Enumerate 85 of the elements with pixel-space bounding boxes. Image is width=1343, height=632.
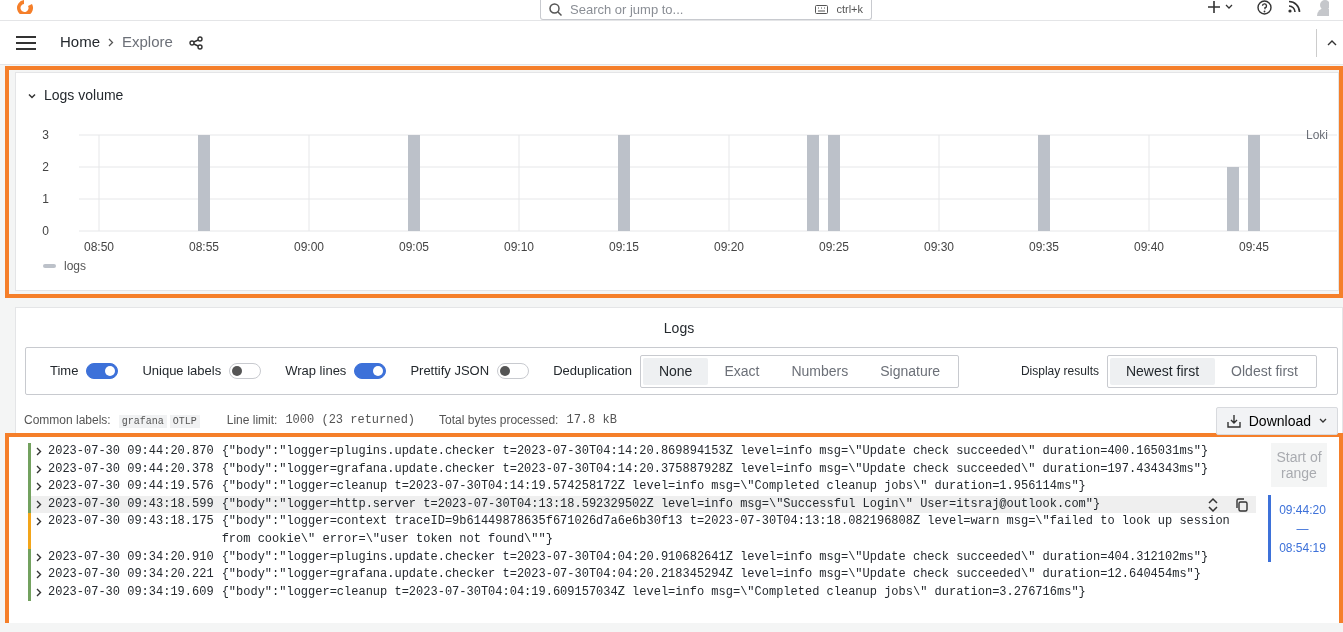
caret-icon[interactable] xyxy=(1225,4,1233,10)
toggle-switch[interactable] xyxy=(354,363,387,379)
log-message: {"body":"logger=plugins.update.checker t=2023-07-30T04:14:20.869894153Z level=info msg=\"Update check succeeded\" duration=400.165031ms"} xyxy=(221,443,1210,460)
meta-label: Line limit: xyxy=(226,412,278,429)
share-icon[interactable] xyxy=(188,35,203,50)
radio-option[interactable]: Numbers xyxy=(775,357,865,385)
legend-swatch-icon xyxy=(43,264,56,268)
toggle-switch[interactable] xyxy=(86,363,119,379)
log-timestamp: 2023-07-30 09:34:20.221 xyxy=(48,566,214,584)
log-message: {"body":"logger=cleanup t=2023-07-30T04:04:19.609157034Z level=info msg=\"Completed cleanup jobs\" duration=3.276716ms"} xyxy=(221,583,1087,601)
option-label: Display results xyxy=(1020,363,1099,380)
label-tag: OTLP xyxy=(169,415,200,428)
axis-tick-label: 09:25 xyxy=(819,240,849,254)
copy-icon[interactable] xyxy=(1235,497,1248,512)
plus-icon[interactable] xyxy=(1207,0,1221,14)
axis-tick-label: 09:05 xyxy=(399,240,429,254)
meta-value: 17.8 kB xyxy=(566,412,617,429)
axis-tick-label: 08:55 xyxy=(189,240,219,254)
meta-label: Total bytes processed: xyxy=(439,412,559,429)
panel-title: Logs volume xyxy=(44,86,124,105)
axis-tick-label: 09:35 xyxy=(1029,240,1059,254)
log-timestamp: 2023-07-30 09:34:20.910 xyxy=(48,548,214,566)
log-message: {"body":"logger=context traceID=9b61449878635f671026d7a6e6b30f13 t=2023-07-30T04:13:18.082196808Z level=warn msg=\"failed to look up session from cookie\" error=\"user token not found\""} xyxy=(221,513,1231,548)
log-timestamp: 2023-07-30 09:44:19.576 xyxy=(48,478,214,496)
legend-label[interactable]: logs xyxy=(64,257,86,275)
log-message: {"body":"logger=grafana.update.checker t=2023-07-30T04:04:20.218345294Z level=info msg=\"Update check succeeded\" duration=12.640454ms"} xyxy=(221,566,1202,584)
chevron-down-icon[interactable] xyxy=(28,91,36,100)
toggle-switch[interactable] xyxy=(229,363,262,379)
axis-tick-label: 09:40 xyxy=(1134,240,1164,254)
meta-label: Common labels: xyxy=(24,412,111,429)
log-timestamp: 2023-07-30 09:43:18.599 xyxy=(48,495,214,513)
search-field[interactable]: Search or jump to... ctrl+k xyxy=(540,0,872,20)
label-tag: grafana xyxy=(118,415,167,428)
rss-icon[interactable] xyxy=(1288,0,1301,13)
range-time: 08:54:19 xyxy=(1279,540,1326,557)
axis-tick-label: 09:20 xyxy=(714,240,744,254)
axis-tick-label: 0 xyxy=(42,224,49,238)
axis-tick-label: 09:30 xyxy=(924,240,954,254)
axis-tick-label: 09:45 xyxy=(1239,240,1269,254)
chevron-right-icon xyxy=(108,38,114,47)
range-time: 09:44:20 xyxy=(1279,502,1326,519)
axis-tick-label: 1 xyxy=(42,192,49,206)
breadcrumb-link[interactable]: Home xyxy=(60,31,100,54)
axis-tick-label: 09:15 xyxy=(609,240,639,254)
breadcrumb-link[interactable]: Explore xyxy=(122,31,173,54)
caret-icon xyxy=(1319,418,1327,424)
axis-tick-label: 3 xyxy=(42,128,49,142)
datasource-label: Loki xyxy=(1306,127,1328,144)
meta-value: 1000 (23 returned) xyxy=(285,412,416,429)
radio-option[interactable]: None xyxy=(642,357,709,385)
axis-tick-label: 09:10 xyxy=(504,240,534,254)
axis-tick-label: 09:00 xyxy=(294,240,324,254)
log-timestamp: 2023-07-30 09:34:19.609 xyxy=(48,583,214,601)
radio-option[interactable]: Newest first xyxy=(1109,357,1216,385)
radio-option[interactable]: Signature xyxy=(864,357,957,385)
option-label: Prettify JSON xyxy=(410,362,490,381)
log-message: {"body":"logger=grafana.update.checker t=2023-07-30T04:14:20.375887928Z level=info msg=\"Update check succeeded\" duration=197.434343ms"} xyxy=(221,460,1210,478)
radio-option[interactable]: Oldest first xyxy=(1215,357,1314,385)
logo-icon[interactable] xyxy=(14,0,34,14)
keyboard-icon xyxy=(815,5,829,14)
log-message: {"body":"logger=cleanup t=2023-07-30T04:14:19.574258172Z level=info msg=\"Completed cleanup jobs\" duration=1.956114ms"} xyxy=(221,478,1087,496)
option-label: Unique labels xyxy=(142,362,222,381)
menu-icon[interactable] xyxy=(16,35,36,50)
log-message: {"body":"logger=http.server t=2023-07-30T04:13:18.592329502Z level=info msg=\"Successful Login\" User=itsraj@outlook.com"} xyxy=(221,495,1102,513)
volume-bar xyxy=(1227,167,1239,231)
log-timestamp: 2023-07-30 09:43:18.175 xyxy=(48,513,214,531)
option-label: Time xyxy=(50,362,79,381)
radio-option[interactable]: Exact xyxy=(708,357,776,385)
option-label: Deduplication xyxy=(553,362,632,381)
download-button[interactable]: Download xyxy=(1215,407,1338,435)
axis-tick-label: 08:50 xyxy=(84,240,114,254)
range-separator: — xyxy=(1296,521,1309,538)
toggle-switch[interactable] xyxy=(497,363,530,379)
log-timestamp: 2023-07-30 09:44:20.378 xyxy=(48,460,214,478)
help-icon[interactable] xyxy=(1257,0,1272,15)
download-icon xyxy=(1226,414,1241,428)
option-label: Wrap lines xyxy=(285,362,347,381)
search-icon xyxy=(549,3,562,16)
expand-icon[interactable] xyxy=(1207,497,1219,513)
chevron-up-icon[interactable] xyxy=(1327,39,1337,46)
log-message: {"body":"logger=plugins.update.checker t=2023-07-30T04:04:20.910682641Z level=info msg=\"Update check succeeded\" duration=404.312102ms"} xyxy=(221,548,1210,566)
shortcut-hint: ctrl+k xyxy=(836,2,863,18)
panel-title: Logs xyxy=(662,319,696,338)
axis-tick-label: 2 xyxy=(42,160,49,174)
log-timestamp: 2023-07-30 09:44:20.870 xyxy=(48,443,214,460)
